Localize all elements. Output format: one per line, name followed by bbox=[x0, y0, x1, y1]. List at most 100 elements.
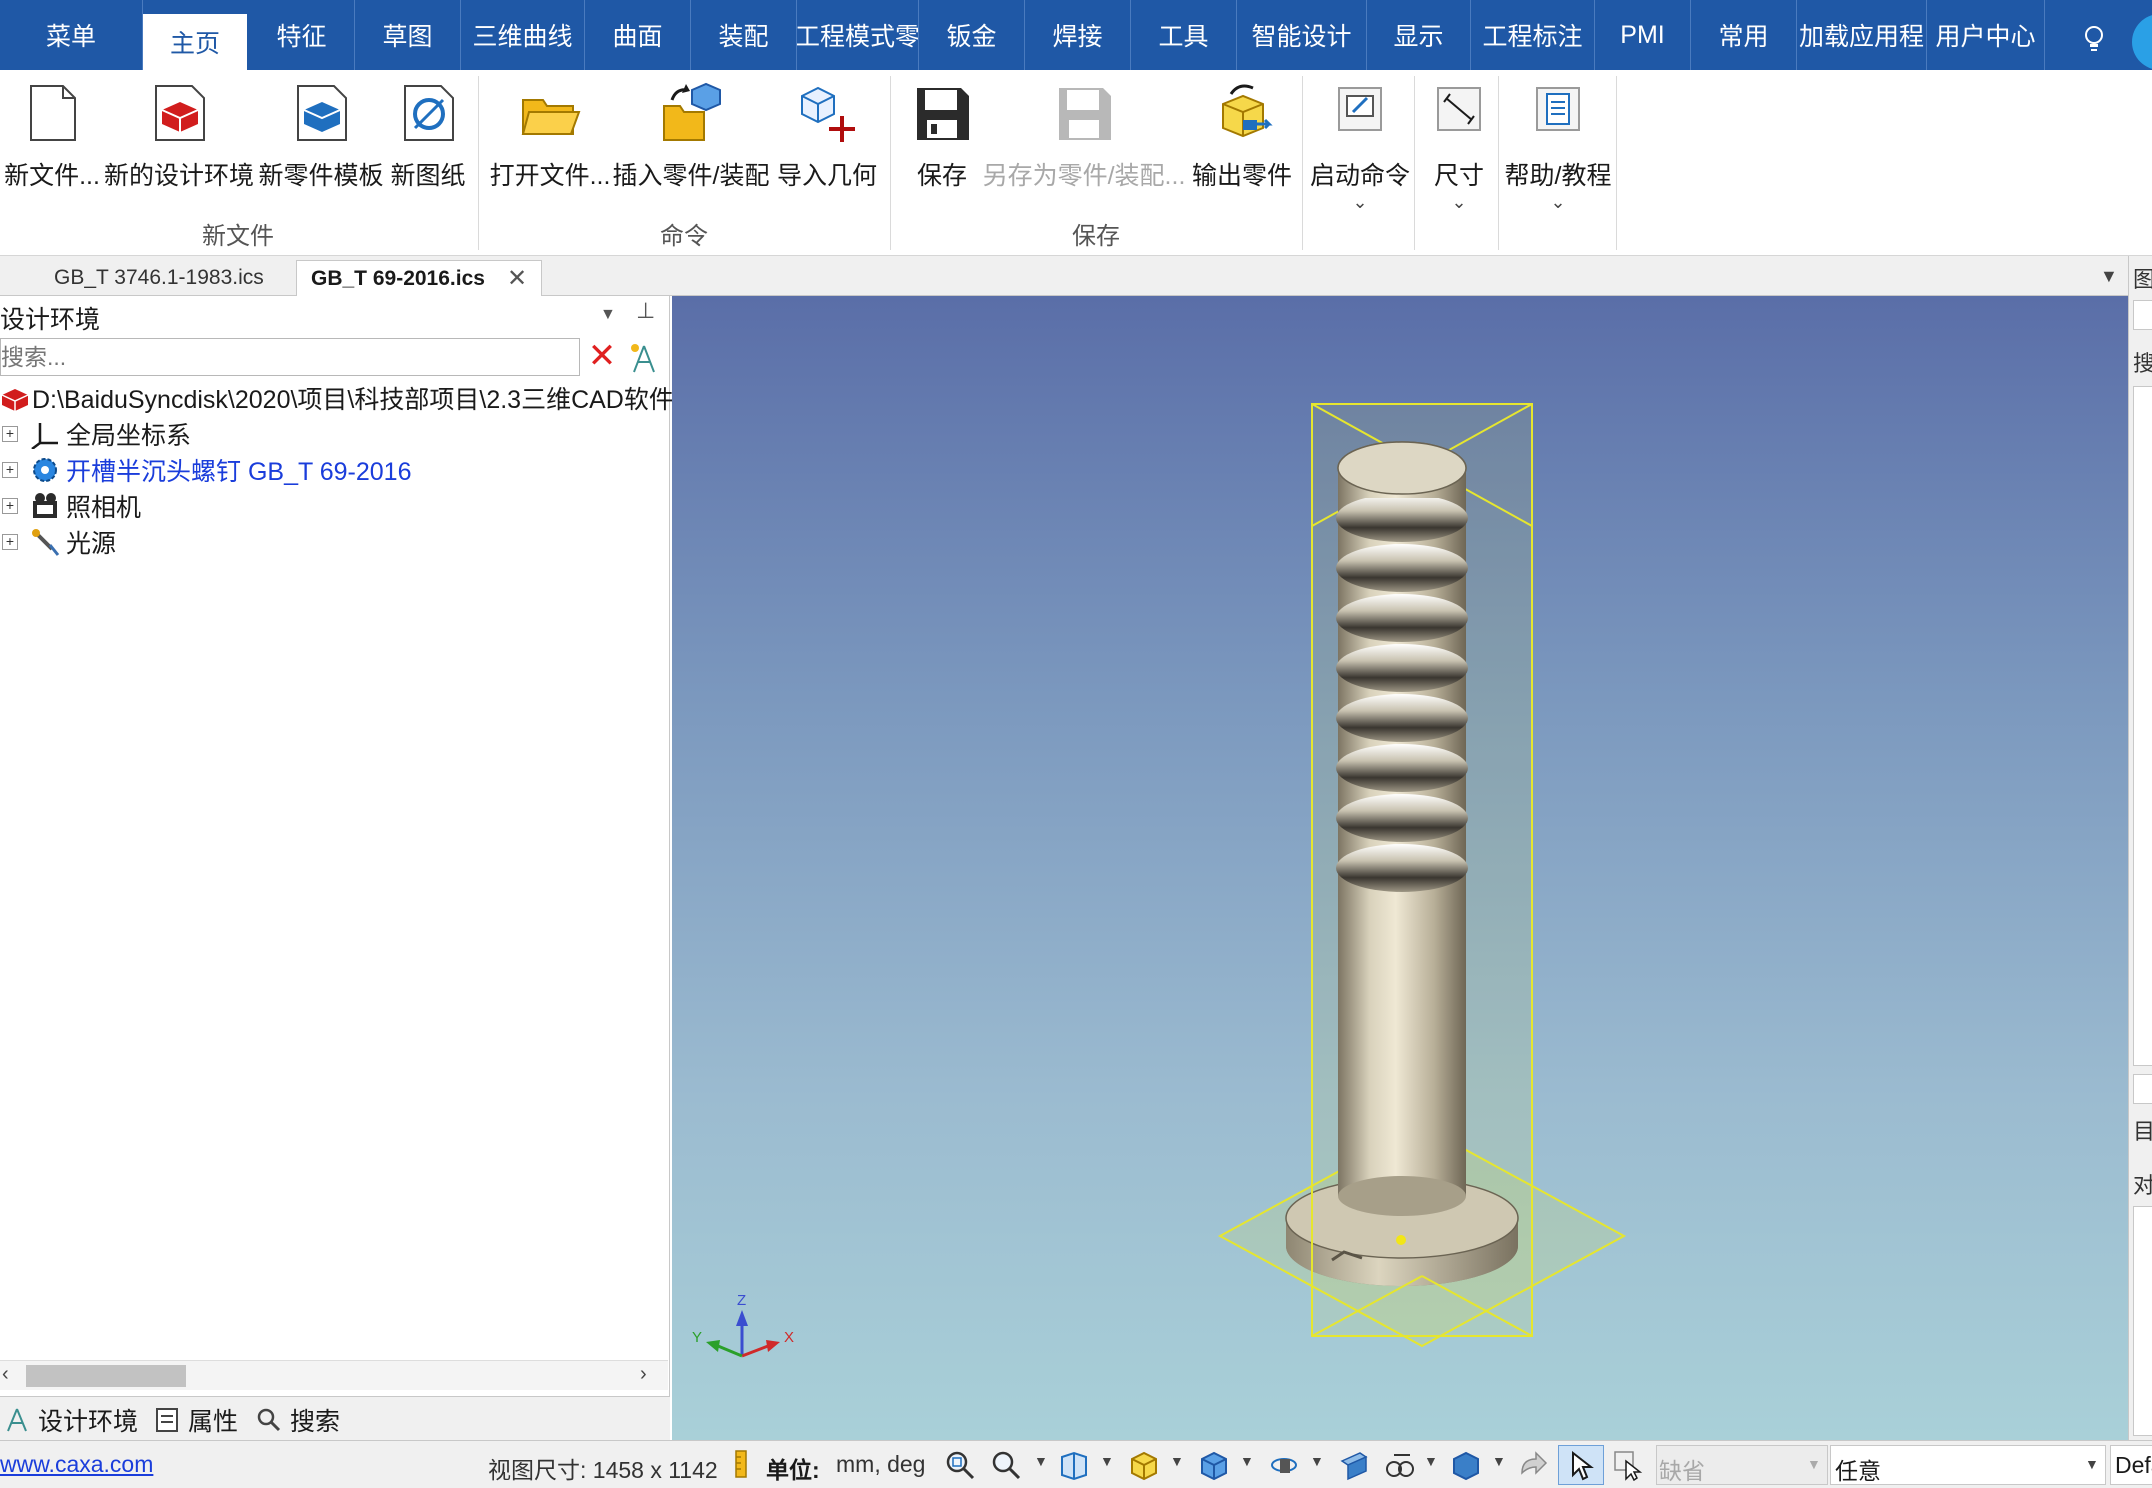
tree-item-screw-part[interactable]: + 开槽半沉头螺钉 GB_T 69-2016 bbox=[0, 452, 668, 488]
scroll-right-icon[interactable]: › bbox=[640, 1363, 647, 1386]
tab-home[interactable]: 主页 bbox=[143, 14, 247, 70]
tab-display[interactable]: 显示 bbox=[1367, 0, 1471, 70]
save-as-icon bbox=[1059, 88, 1111, 140]
help-tutorial-dropdown[interactable]: 帮助/教程 ⌄ bbox=[1502, 80, 1614, 211]
unit-value[interactable]: mm, deg bbox=[836, 1451, 925, 1478]
start-command-dropdown[interactable]: 启动命令 ⌄ bbox=[1308, 80, 1412, 211]
lightbulb-icon[interactable] bbox=[2082, 24, 2106, 54]
tab-welding[interactable]: 焊接 bbox=[1025, 0, 1131, 70]
right-panel-strip: 图 搜 目 对 bbox=[2128, 256, 2152, 1440]
website-link[interactable]: www.caxa.com bbox=[0, 1451, 153, 1478]
tab-3d-curve[interactable]: 三维曲线 bbox=[461, 0, 585, 70]
tab-pmi[interactable]: PMI bbox=[1595, 0, 1691, 70]
chevron-down-icon[interactable]: ▼ bbox=[1170, 1453, 1184, 1469]
scrollbar-thumb[interactable] bbox=[26, 1365, 186, 1387]
user-avatar[interactable] bbox=[2132, 14, 2152, 70]
zoom-window-icon[interactable] bbox=[944, 1449, 976, 1481]
right-panel-scroll-button[interactable] bbox=[2133, 1074, 2152, 1104]
save-button[interactable]: 保存 bbox=[904, 80, 980, 192]
filter-default-select[interactable]: 缺省 ▼ bbox=[1656, 1445, 1828, 1485]
design-environment-icon bbox=[155, 85, 205, 141]
search-options-icon[interactable] bbox=[626, 340, 662, 376]
chevron-down-icon[interactable]: ▼ bbox=[1424, 1453, 1438, 1469]
tab-user-center[interactable]: 用户中心 bbox=[1927, 0, 2045, 70]
panel-header: 设计环境 ▼ ⊥ bbox=[0, 296, 670, 336]
camera-orbit-icon[interactable] bbox=[1268, 1449, 1300, 1481]
new-file-button[interactable]: 新文件... bbox=[4, 80, 100, 192]
tab-smart-design[interactable]: 智能设计 bbox=[1237, 0, 1367, 70]
3d-viewport[interactable]: Z X Y bbox=[672, 296, 2128, 1440]
close-icon[interactable]: ✕ bbox=[507, 264, 527, 293]
display-cube-icon[interactable] bbox=[1450, 1449, 1482, 1481]
panel-tab-search[interactable]: 搜索 bbox=[256, 1403, 340, 1437]
chevron-down-icon[interactable]: ▼ bbox=[1034, 1453, 1048, 1469]
open-file-button[interactable]: 打开文件... bbox=[490, 80, 610, 192]
box-select-icon[interactable] bbox=[1612, 1449, 1644, 1481]
new-part-template-button[interactable]: 新零件模板 bbox=[258, 80, 384, 192]
panel-tab-design-env[interactable]: 设计环境 bbox=[4, 1403, 138, 1437]
doc-tab-label: GB_T 69-2016.ics bbox=[311, 266, 485, 290]
export-part-button[interactable]: 输出零件 bbox=[1188, 80, 1296, 192]
import-geometry-button[interactable]: 导入几何 bbox=[774, 80, 880, 192]
right-panel-list[interactable] bbox=[2133, 1206, 2152, 1436]
filter-third-value: Defa bbox=[2115, 1452, 2152, 1478]
save-as-button[interactable]: 另存为零件/装配... bbox=[983, 80, 1185, 192]
dimension-icon bbox=[1437, 87, 1481, 131]
tab-assembly[interactable]: 装配 bbox=[691, 0, 797, 70]
horizontal-scrollbar[interactable]: ‹ › bbox=[0, 1360, 668, 1390]
expand-icon[interactable]: + bbox=[2, 498, 18, 514]
doc-tab-gb-t-3746[interactable]: GB_T 3746.1-1983.ics bbox=[40, 260, 278, 296]
design-environment-panel: 设计环境 ▼ ⊥ ✕ D:\BaiduSyncdisk\2020\项目\科技部项… bbox=[0, 296, 674, 1396]
cube-yellow-icon[interactable] bbox=[1128, 1449, 1160, 1481]
tab-load-apps[interactable]: 加载应用程 bbox=[1797, 0, 1927, 70]
tree-item-label: 光源 bbox=[66, 530, 117, 558]
tab-sheet-metal[interactable]: 钣金 bbox=[919, 0, 1025, 70]
new-drawing-button[interactable]: 新图纸 bbox=[388, 80, 468, 192]
clear-search-icon[interactable]: ✕ bbox=[584, 338, 620, 376]
tree-item-global-coordinates[interactable]: + 全局坐标系 bbox=[0, 416, 668, 452]
tab-annotation[interactable]: 工程标注 bbox=[1471, 0, 1595, 70]
group-separator bbox=[1414, 76, 1415, 250]
expand-icon[interactable]: + bbox=[2, 426, 18, 442]
tab-surface[interactable]: 曲面 bbox=[585, 0, 691, 70]
new-design-env-button[interactable]: 新的设计环境 bbox=[104, 80, 254, 192]
section-view-icon[interactable] bbox=[1338, 1449, 1370, 1481]
chevron-down-icon[interactable]: ▼ bbox=[1492, 1453, 1506, 1469]
scroll-left-icon[interactable]: ‹ bbox=[2, 1363, 9, 1386]
tab-common[interactable]: 常用 bbox=[1691, 0, 1797, 70]
tab-tools[interactable]: 工具 bbox=[1131, 0, 1237, 70]
chevron-down-icon[interactable]: ▼ bbox=[1100, 1453, 1114, 1469]
tab-engineering-mode[interactable]: 工程模式零 bbox=[797, 0, 919, 70]
expand-icon[interactable]: + bbox=[2, 462, 18, 478]
cube-blue-icon[interactable] bbox=[1198, 1449, 1230, 1481]
design-tree-icon bbox=[7, 1408, 27, 1432]
search-input[interactable] bbox=[0, 338, 580, 376]
zoom-icon[interactable] bbox=[990, 1449, 1022, 1481]
tab-sketch[interactable]: 草图 bbox=[355, 0, 461, 70]
tab-features[interactable]: 特征 bbox=[249, 0, 355, 70]
expand-icon[interactable]: + bbox=[2, 534, 18, 550]
tabs-dropdown-icon[interactable]: ▼ bbox=[2100, 266, 2118, 287]
tree-root[interactable]: D:\BaiduSyncdisk\2020\项目\科技部项目\2.3三维CAD软… bbox=[0, 380, 674, 416]
pick-filter-icon[interactable] bbox=[1516, 1449, 1548, 1481]
panel-tab-properties[interactable]: 属性 bbox=[154, 1403, 238, 1437]
insert-part-button[interactable]: 插入零件/装配 bbox=[613, 80, 769, 192]
chevron-down-icon[interactable]: ▼ bbox=[1240, 1453, 1254, 1469]
right-panel-list[interactable] bbox=[2133, 386, 2152, 1066]
tree-item-light-source[interactable]: + 光源 bbox=[0, 524, 668, 560]
tree-item-camera[interactable]: + 照相机 bbox=[0, 488, 668, 524]
panel-menu-icon[interactable]: ▼ bbox=[600, 306, 616, 324]
tab-menu[interactable]: 菜单 bbox=[0, 0, 143, 70]
right-panel-button[interactable] bbox=[2133, 300, 2152, 330]
view-orient-icon[interactable] bbox=[1058, 1449, 1090, 1481]
doc-tab-gb-t-69[interactable]: GB_T 69-2016.ics ✕ bbox=[296, 260, 543, 296]
chevron-down-icon[interactable]: ▼ bbox=[1310, 1453, 1324, 1469]
pin-icon[interactable]: ⊥ bbox=[636, 298, 655, 324]
filter-third-select[interactable]: Defa bbox=[2110, 1445, 2152, 1485]
select-pointer-button[interactable] bbox=[1558, 1445, 1604, 1485]
render-mode-icon[interactable] bbox=[1384, 1449, 1416, 1481]
dimension-dropdown[interactable]: 尺寸 ⌄ bbox=[1420, 80, 1498, 211]
filter-any-select[interactable]: 任意 ▼ bbox=[1830, 1445, 2106, 1485]
anchor-point[interactable] bbox=[1396, 1235, 1406, 1245]
import-geometry-icon bbox=[801, 86, 855, 142]
